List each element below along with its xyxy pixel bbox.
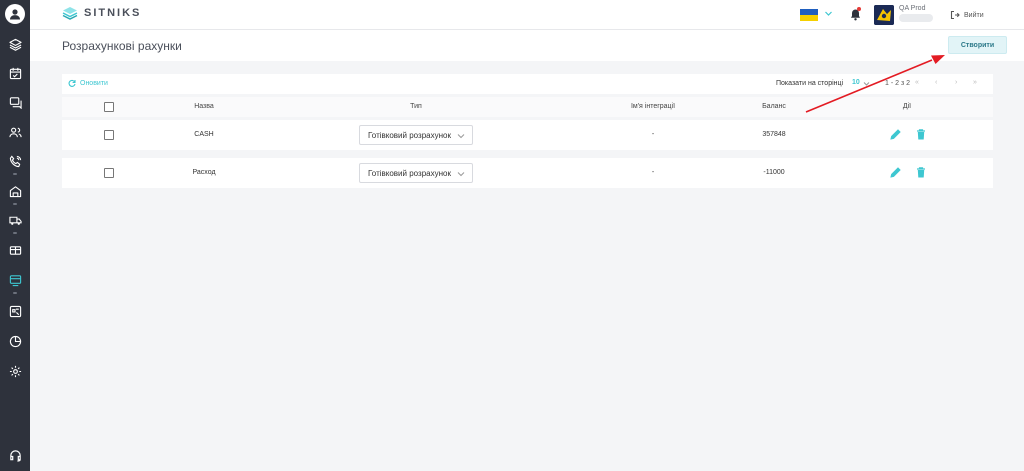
- column-header-balance[interactable]: Баланс: [762, 103, 786, 110]
- pagination-range: 1 - 2 з 2: [885, 80, 910, 87]
- finance-icon[interactable]: [0, 239, 30, 261]
- chevron-down-icon: [457, 134, 465, 139]
- delete-trash-icon[interactable]: [915, 166, 927, 179]
- row-integration: -: [651, 169, 655, 176]
- row-name: Расход: [192, 169, 216, 176]
- table-row: Расход Готівковий розрахунок - -11000: [62, 158, 993, 188]
- delivery-truck-icon[interactable]: [0, 209, 30, 231]
- accounts-icon[interactable]: [0, 269, 30, 291]
- logout-button[interactable]: Вийти: [950, 10, 984, 20]
- user-subtitle-placeholder: [899, 14, 933, 22]
- refresh-label: Оновити: [80, 79, 108, 87]
- warehouse-icon[interactable]: [0, 180, 30, 202]
- logo-text: SITNIKS: [84, 7, 142, 19]
- support-headset-icon[interactable]: [0, 444, 30, 466]
- edit-pencil-icon[interactable]: [889, 128, 902, 141]
- chevron-down-icon[interactable]: [863, 80, 870, 87]
- chevron-down-icon[interactable]: [824, 9, 833, 18]
- table-header: Назва Тип Ім'я інтеграції Баланс Дії: [62, 97, 993, 117]
- delete-trash-icon[interactable]: [915, 128, 927, 141]
- refresh-icon: [68, 79, 76, 87]
- row-name: CASH: [194, 131, 214, 138]
- logo[interactable]: SITNIKS: [62, 6, 141, 20]
- type-select[interactable]: Готівковий розрахунок: [359, 125, 473, 145]
- chat-icon[interactable]: [0, 91, 30, 113]
- next-page-icon[interactable]: ›: [955, 79, 957, 86]
- last-page-icon[interactable]: »: [973, 79, 977, 86]
- settings-gear-icon[interactable]: [0, 360, 30, 382]
- page-title: Розрахункові рахунки: [62, 39, 182, 53]
- language-flag-icon[interactable]: [800, 9, 818, 21]
- row-balance: 357848: [762, 131, 786, 138]
- products-icon[interactable]: [0, 300, 30, 322]
- calendar-icon[interactable]: [0, 62, 30, 84]
- analytics-icon[interactable]: [0, 330, 30, 352]
- prev-page-icon[interactable]: ‹: [935, 79, 937, 86]
- row-balance: -11000: [763, 169, 785, 176]
- column-header-actions: Дії: [902, 103, 912, 110]
- user-name: QA Prod: [899, 5, 926, 12]
- type-select-value: Готівковий розрахунок: [368, 130, 451, 140]
- notification-badge: [857, 7, 861, 11]
- per-page-label: Показати на сторінці: [776, 80, 844, 87]
- column-header-name[interactable]: Назва: [194, 103, 214, 110]
- refresh-button[interactable]: Оновити: [68, 79, 108, 87]
- annotation-arrow: [805, 55, 945, 113]
- edit-pencil-icon[interactable]: [889, 166, 902, 179]
- select-all-checkbox[interactable]: [104, 102, 114, 112]
- type-select-value: Готівковий розрахунок: [368, 168, 451, 178]
- column-header-type[interactable]: Тип: [410, 103, 422, 110]
- first-page-icon[interactable]: «: [915, 79, 919, 86]
- logout-label: Вийти: [964, 11, 984, 19]
- top-header: SITNIKS QA Prod Вийти: [30, 0, 1024, 30]
- row-checkbox[interactable]: [104, 130, 114, 140]
- table-row: CASH Готівковий розрахунок - 357848: [62, 120, 993, 150]
- column-header-integration[interactable]: Ім'я інтеграції: [631, 103, 675, 110]
- phone-icon[interactable]: [0, 150, 30, 172]
- profile-avatar-icon[interactable]: [5, 4, 25, 24]
- title-bar: Розрахункові рахунки Створити: [30, 30, 1024, 61]
- table-toolbar: Оновити Показати на сторінці 10 1 - 2 з …: [62, 74, 993, 94]
- user-avatar[interactable]: [874, 5, 894, 25]
- layers-icon[interactable]: [0, 33, 30, 55]
- sidebar: [0, 0, 30, 471]
- chevron-down-icon: [457, 172, 465, 177]
- create-button[interactable]: Створити: [948, 36, 1007, 54]
- logo-icon: [62, 7, 78, 20]
- per-page-select[interactable]: 10: [852, 79, 860, 86]
- users-icon[interactable]: [0, 121, 30, 143]
- row-integration: -: [651, 131, 655, 138]
- logout-icon: [950, 10, 960, 20]
- row-checkbox[interactable]: [104, 168, 114, 178]
- type-select[interactable]: Готівковий розрахунок: [359, 163, 473, 183]
